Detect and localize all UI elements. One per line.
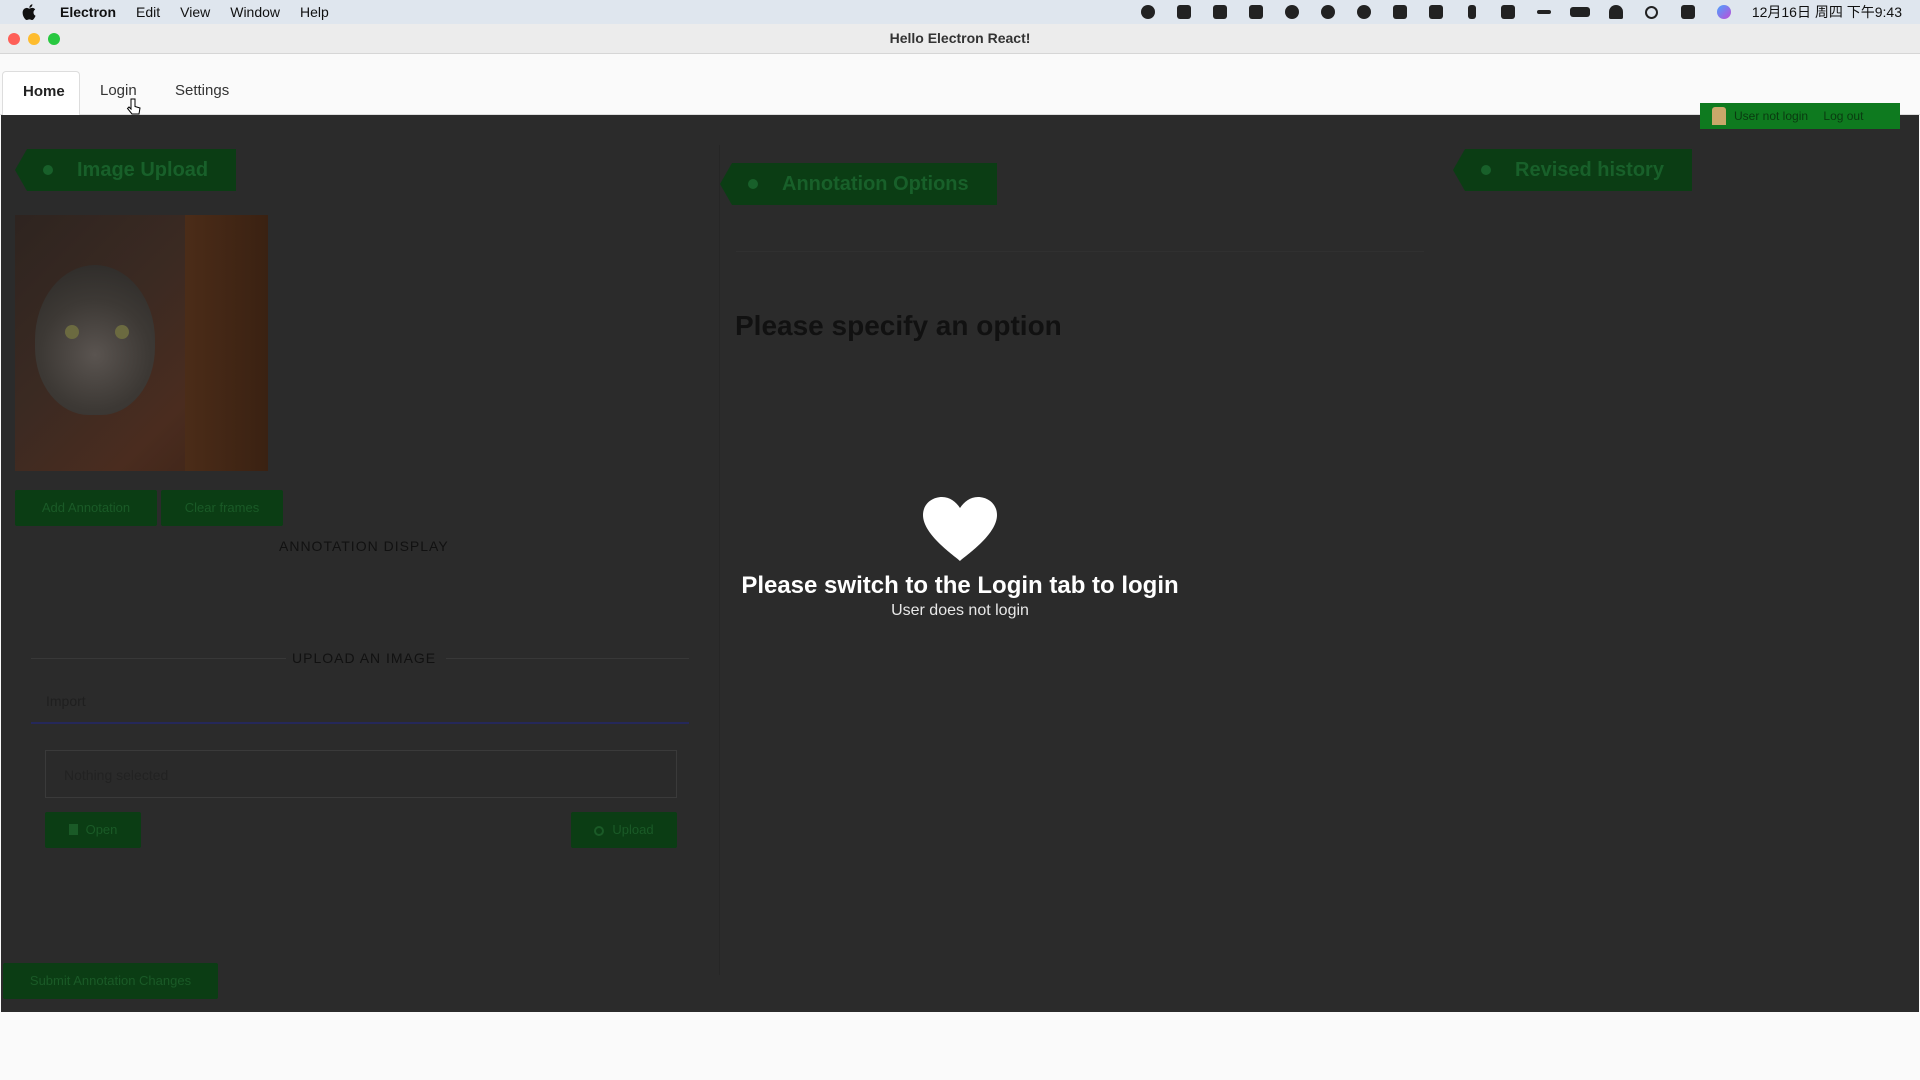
upload-icon [594,826,605,836]
wechat-icon[interactable] [1354,4,1374,20]
window-titlebar: Hello Electron React! [0,24,1920,54]
ribbon-annotation-options: Annotation Options [720,163,997,205]
input-method-icon[interactable] [1498,4,1518,20]
wifi-icon[interactable] [1606,4,1626,20]
dots-icon[interactable] [1534,4,1554,20]
control-center-icon[interactable] [1678,4,1698,20]
record-icon[interactable] [1138,4,1158,20]
clear-frames-button[interactable]: Clear frames [161,490,283,526]
siri-icon[interactable] [1714,4,1734,20]
import-label: Import [46,693,86,709]
battery-icon[interactable] [1569,4,1590,20]
bluetooth-icon[interactable] [1462,4,1482,20]
open-button-label: Open [85,822,118,837]
window-title: Hello Electron React! [889,30,1031,46]
ribbon-revised-history-label: Revised history [1515,159,1664,181]
send-icon[interactable] [1282,4,1302,20]
m-app-icon[interactable] [1426,4,1446,20]
apple-icon[interactable] [20,3,38,21]
status-tray: 12月16日 周四 下午9:43 [1130,0,1902,24]
menubar-clock[interactable]: 12月16日 周四 下午9:43 [1752,2,1902,22]
annotation-display-heading: ANNOTATION DISPLAY [279,538,449,554]
tab-home[interactable]: Home [2,71,80,115]
menu-app-name[interactable]: Electron [60,4,116,20]
w-app-icon[interactable] [1174,4,1194,20]
upload-image-heading: UPLOAD AN IMAGE [292,650,437,666]
upload-button-label: Upload [612,822,654,837]
file-selection-field[interactable]: Nothing selected [45,750,677,798]
login-required-title: Please switch to the Login tab to login [741,572,1179,599]
avatar [1712,107,1726,125]
upload-button[interactable]: Upload [571,812,677,848]
ribbon-image-upload: Image Upload [15,149,237,191]
ribbon-revised-history: Revised history [1453,149,1692,191]
ribbon-annotation-options-label: Annotation Options [782,173,969,195]
option-prompt: Please specify an option [735,310,1062,341]
menu-help[interactable]: Help [300,4,329,20]
chat-icon[interactable] [1318,4,1338,20]
heart-icon [923,497,997,561]
search-icon[interactable] [1642,4,1662,20]
login-required-subtitle: User does not login [891,602,1029,619]
window-footer [0,1012,1920,1080]
open-button[interactable]: Open [45,812,141,848]
file-icon [68,824,78,835]
ribbon-image-upload-label: Image Upload [77,159,209,181]
system-menubar: Electron Edit View Window Help 12月16日 周四… [0,0,1920,24]
grid-icon[interactable] [1390,4,1410,20]
user-status-badge: User not login Log out [1700,103,1900,129]
drive-icon[interactable] [1246,4,1266,20]
submit-annotation-changes-button[interactable]: Submit Annotation Changes [3,963,218,999]
video-icon[interactable] [1210,4,1230,20]
logout-link[interactable]: Log out [1823,109,1863,123]
app-content: Image Upload Add Annotation Clear frames… [1,115,1919,1012]
tab-login[interactable]: Login [80,71,157,115]
tab-bar: Home Login Settings [0,54,1920,115]
menu-view[interactable]: View [180,4,210,20]
uploaded-cat-image [15,215,268,471]
tab-settings[interactable]: Settings [155,71,249,115]
add-annotation-button[interactable]: Add Annotation [15,490,157,526]
user-status-text: User not login [1734,109,1809,123]
menu-edit[interactable]: Edit [136,4,160,20]
menu-window[interactable]: Window [230,4,280,20]
